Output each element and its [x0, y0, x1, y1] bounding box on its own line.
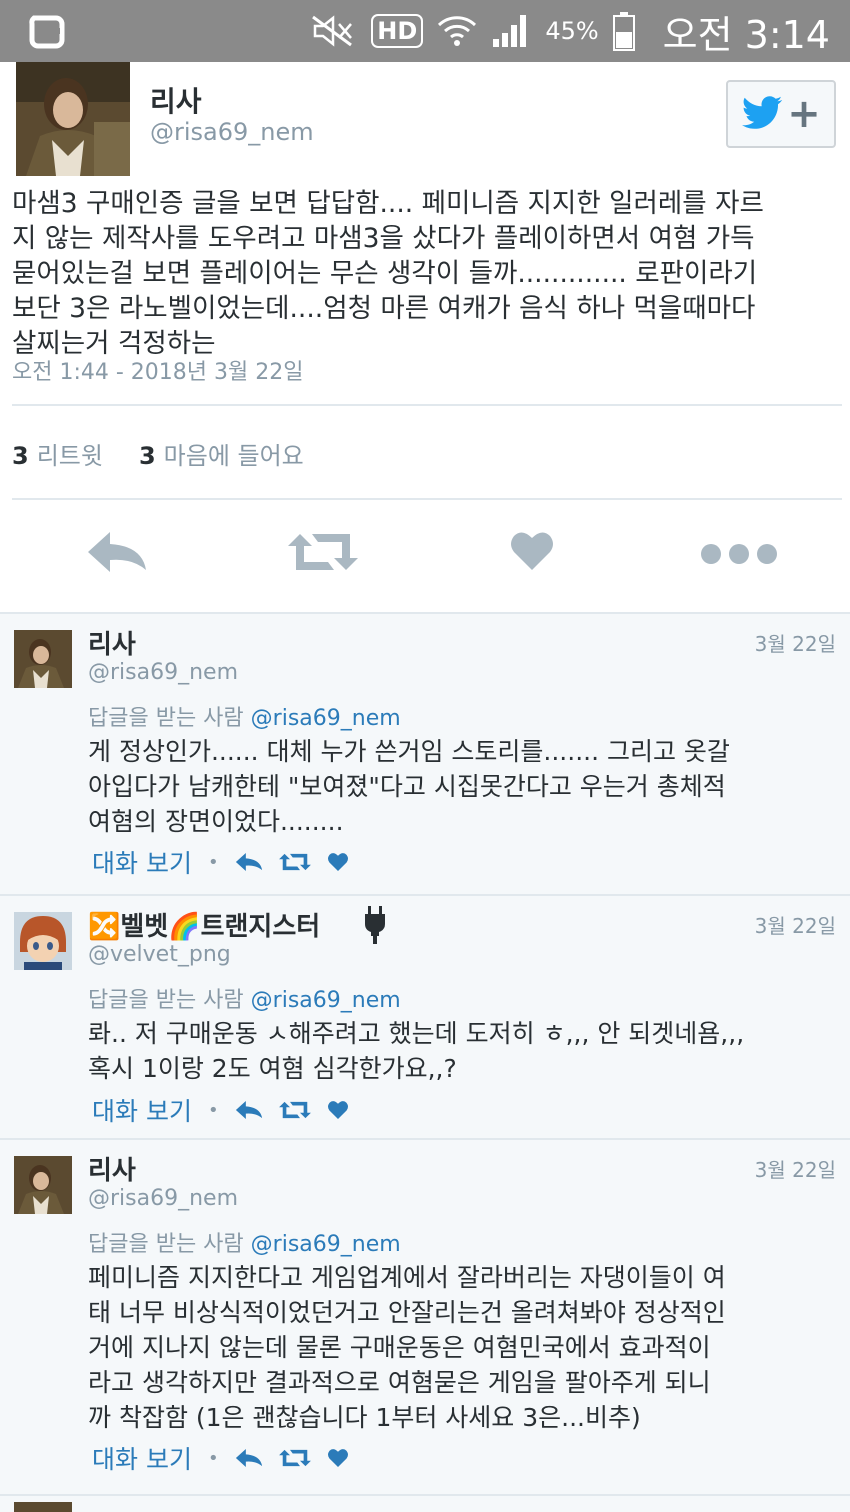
like-icon[interactable] [510, 530, 554, 572]
avatar[interactable] [16, 62, 130, 176]
retweet-icon[interactable] [278, 1448, 311, 1468]
like-stat[interactable]: 3 마음에 들어요 [139, 436, 304, 471]
reply-icon[interactable] [235, 1100, 263, 1120]
avatar[interactable] [14, 1156, 72, 1214]
reply-author-handle[interactable]: @risa69_nem [88, 1186, 238, 1211]
follow-button[interactable]: + [726, 80, 836, 148]
reply-icon[interactable] [235, 852, 263, 872]
plug-icon [365, 906, 385, 944]
retweet-icon[interactable] [278, 852, 311, 872]
reply-actions: 대화 보기 • [92, 844, 349, 880]
reply-author-handle[interactable]: @velvet_png [88, 942, 231, 967]
avatar[interactable] [14, 912, 72, 970]
reply-date: 3월 22일 [754, 632, 836, 656]
more-icon[interactable] [700, 543, 780, 565]
reply-date: 3월 22일 [754, 914, 836, 938]
view-conversation-link[interactable]: 대화 보기 [92, 844, 192, 880]
clock: 오전 3:14 [662, 12, 830, 57]
reply-card[interactable] [0, 1494, 850, 1512]
reply-actions: 대화 보기 • [92, 1440, 349, 1476]
reply-card[interactable]: 리사 3월 22일 @risa69_nem 답글을 받는 사람 @risa69_… [0, 1138, 850, 1494]
status-bar: HD 45% 오전 3:14 [0, 0, 850, 62]
view-conversation-link[interactable]: 대화 보기 [92, 1092, 192, 1128]
plus-icon: + [787, 91, 821, 137]
reply-to-link[interactable]: @risa69_nem [251, 988, 401, 1013]
reply-to-line: 답글을 받는 사람 @risa69_nem [88, 706, 401, 731]
mute-icon [312, 15, 353, 47]
reply-author-handle[interactable]: @risa69_nem [88, 660, 238, 685]
like-icon[interactable] [327, 852, 349, 872]
retweet-stat[interactable]: 3 리트윗 [12, 436, 103, 471]
avatar[interactable] [14, 630, 72, 688]
reply-author-name[interactable]: 🔀벨벳🌈트랜지스터 [88, 906, 320, 943]
tweet-timestamp[interactable]: 오전 1:44 - 2018년 3월 22일 [12, 354, 304, 386]
reply-icon[interactable] [235, 1448, 263, 1468]
view-conversation-link[interactable]: 대화 보기 [92, 1440, 192, 1476]
app-logo-icon [29, 15, 65, 49]
signal-icon [493, 15, 527, 47]
twitter-bird-icon [742, 96, 783, 129]
author-handle[interactable]: @risa69_nem [150, 118, 314, 146]
divider [12, 404, 842, 406]
reply-actions: 대화 보기 • [92, 1092, 349, 1128]
tweet-stats: 3 리트윗 3 마음에 들어요 [12, 436, 304, 471]
author-name[interactable]: 리사 [150, 80, 202, 120]
battery-icon [612, 12, 635, 51]
reply-icon[interactable] [86, 530, 148, 574]
reply-date: 3월 22일 [754, 1158, 836, 1182]
reply-to-line: 답글을 받는 사람 @risa69_nem [88, 988, 401, 1013]
divider [12, 498, 842, 500]
reply-card[interactable]: 🔀벨벳🌈트랜지스터 3월 22일 @velvet_png 답글을 받는 사람 @… [0, 894, 850, 1138]
separator-dot: • [207, 1099, 219, 1121]
like-icon[interactable] [327, 1448, 349, 1468]
retweet-icon[interactable] [278, 1100, 311, 1120]
reply-text: 롸.. 저 구매운동 ㅅ해주려고 했는데 도저히 ㅎ,,, 안 되겟네욤,,, … [88, 1019, 745, 1083]
separator-dot: • [207, 851, 219, 873]
wifi-icon [438, 16, 477, 46]
reply-to-link[interactable]: @risa69_nem [251, 1232, 401, 1257]
like-icon[interactable] [327, 1100, 349, 1120]
reply-to-line: 답글을 받는 사람 @risa69_nem [88, 1232, 401, 1257]
reply-to-link[interactable]: @risa69_nem [251, 706, 401, 731]
tweet-actions [0, 515, 850, 595]
reply-text: 게 정상인가...... 대체 누가 쓴거임 스토리를....... 그리고 옷… [88, 737, 730, 836]
reply-text: 페미니즘 지지한다고 게임업계에서 잘라버리는 자댕이들이 여 태 너무 비상식… [88, 1263, 726, 1432]
reply-author-name[interactable]: 리사 [88, 624, 136, 661]
retweet-icon[interactable] [288, 530, 358, 574]
battery-percent: 45% [545, 17, 599, 45]
reply-author-name[interactable]: 리사 [88, 1150, 136, 1187]
reply-card[interactable]: 리사 3월 22일 @risa69_nem 답글을 받는 사람 @risa69_… [0, 612, 850, 894]
hd-icon: HD [371, 14, 424, 48]
avatar[interactable] [14, 1502, 72, 1512]
tweet-text: 마샘3 구매인증 글을 보면 답답함.... 페미니즘 지지한 일러레를 자르 … [12, 188, 764, 359]
separator-dot: • [207, 1447, 219, 1469]
